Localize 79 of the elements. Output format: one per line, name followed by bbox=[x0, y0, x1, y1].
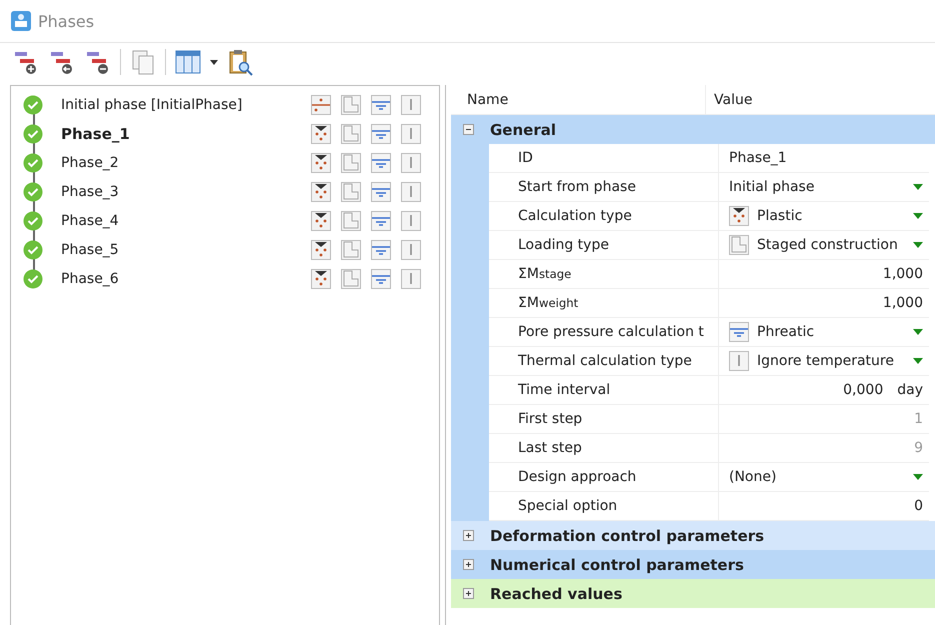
collapse-icon[interactable] bbox=[463, 124, 474, 135]
property-value: 1 bbox=[913, 411, 923, 427]
property-name: Loading type bbox=[517, 236, 610, 255]
phase-name[interactable]: Phase_2 bbox=[61, 154, 311, 170]
property-value[interactable]: Phreatic bbox=[757, 324, 905, 340]
phase-status-icon bbox=[23, 124, 43, 144]
phase-status-icon bbox=[23, 268, 43, 288]
property-name: Thermal calculation type bbox=[517, 352, 693, 371]
property-name: Special option bbox=[517, 497, 618, 516]
property-name: Calculation type bbox=[517, 207, 633, 226]
phreatic-level-icon[interactable] bbox=[371, 94, 391, 114]
property-value: Phase_1 bbox=[729, 150, 788, 166]
phase-name[interactable]: Phase_4 bbox=[61, 212, 311, 228]
plastic-calculation-icon[interactable] bbox=[311, 182, 331, 202]
app-icon bbox=[10, 10, 32, 32]
plastic-calculation-icon[interactable] bbox=[311, 210, 331, 230]
property-value: 0 bbox=[913, 498, 923, 514]
property-name: Last step bbox=[517, 439, 583, 458]
plastic-calculation-icon[interactable] bbox=[311, 152, 331, 172]
expand-icon[interactable] bbox=[463, 530, 474, 541]
phreatic-level-icon[interactable] bbox=[371, 268, 391, 288]
property-value: 1,000 bbox=[882, 295, 923, 311]
column-header[interactable]: Value bbox=[705, 85, 916, 114]
phreatic-level-icon[interactable] bbox=[371, 152, 391, 172]
property-name: Start from phase bbox=[517, 178, 637, 197]
property-name: Design approach bbox=[517, 468, 638, 487]
phase-status-icon bbox=[23, 182, 43, 202]
section-header[interactable]: Numerical control parameters bbox=[451, 550, 935, 579]
phreatic-level-icon[interactable] bbox=[371, 240, 391, 260]
phase-name[interactable]: Phase_5 bbox=[61, 242, 311, 258]
property-name: Time interval bbox=[517, 381, 612, 400]
section-label: General bbox=[490, 120, 556, 138]
phreatic-level-icon bbox=[729, 322, 749, 342]
phase-status-icon bbox=[23, 152, 43, 172]
section-label: Deformation control parameters bbox=[490, 526, 764, 544]
plastic-calculation-icon[interactable] bbox=[311, 240, 331, 260]
property-name: Pore pressure calculation t bbox=[517, 323, 705, 342]
unit-label: day bbox=[897, 382, 923, 398]
section-header[interactable]: Reached values bbox=[451, 579, 935, 608]
dropdown-arrow-icon[interactable] bbox=[913, 358, 923, 364]
property-value: 0,000 bbox=[842, 382, 884, 398]
property-name: ID bbox=[517, 149, 534, 168]
phreatic-level-icon[interactable] bbox=[371, 210, 391, 230]
dropdown-arrow-icon[interactable] bbox=[913, 184, 923, 190]
phase-name[interactable]: Phase_3 bbox=[61, 184, 311, 200]
property-value[interactable]: Initial phase bbox=[729, 179, 905, 195]
phase-name[interactable]: Phase_1 bbox=[61, 124, 311, 142]
section-header[interactable]: Deformation control parameters bbox=[451, 521, 935, 550]
dropdown-arrow-icon[interactable] bbox=[913, 474, 923, 480]
property-value: 9 bbox=[913, 440, 923, 456]
dropdown-arrow-icon[interactable] bbox=[913, 213, 923, 219]
section-label: Numerical control parameters bbox=[490, 556, 744, 574]
expand-icon[interactable] bbox=[463, 559, 474, 570]
column-header[interactable]: Name bbox=[451, 92, 705, 108]
phase-status-icon bbox=[23, 240, 43, 260]
staged-construction-icon bbox=[729, 235, 749, 255]
property-value[interactable]: Ignore temperature bbox=[757, 353, 905, 369]
plastic-calculation-icon[interactable] bbox=[311, 124, 331, 144]
phreatic-level-icon[interactable] bbox=[371, 182, 391, 202]
plastic-calculation-icon bbox=[729, 206, 749, 226]
property-name: First step bbox=[517, 410, 584, 429]
plastic-calculation-icon[interactable] bbox=[311, 268, 331, 288]
columns-button[interactable] bbox=[174, 48, 202, 76]
property-value: 1,000 bbox=[882, 266, 923, 282]
phreatic-level-icon[interactable] bbox=[371, 124, 391, 144]
caret-icon[interactable] bbox=[210, 60, 218, 64]
property-value[interactable]: Plastic bbox=[757, 208, 905, 224]
phase-status-icon bbox=[23, 94, 43, 114]
phase-name[interactable]: Phase_6 bbox=[61, 270, 311, 286]
phase-status-icon bbox=[23, 210, 43, 230]
dropdown-arrow-icon[interactable] bbox=[913, 329, 923, 335]
property-value[interactable]: (None) bbox=[729, 469, 905, 485]
property-value[interactable]: Staged construction bbox=[757, 237, 905, 253]
section-header[interactable]: General bbox=[451, 115, 935, 144]
dropdown-arrow-icon[interactable] bbox=[913, 242, 923, 248]
expand-icon[interactable] bbox=[463, 588, 474, 599]
window-title: Phases bbox=[38, 12, 94, 30]
section-label: Reached values bbox=[490, 584, 622, 602]
phase-name[interactable]: Initial phase [InitialPhase] bbox=[61, 96, 311, 112]
